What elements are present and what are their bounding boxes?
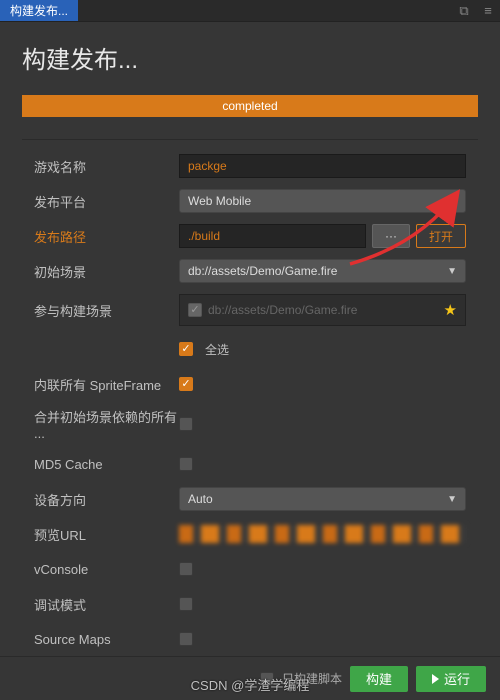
label-start-scene: 初始场景 [34, 262, 179, 281]
source-maps-checkbox[interactable] [179, 632, 193, 646]
merge-deps-checkbox[interactable] [179, 417, 193, 431]
label-build-path: 发布路径 [34, 227, 179, 246]
label-debug: 调试模式 [34, 595, 179, 614]
platform-select[interactable]: Web Mobile ▼ [179, 189, 466, 213]
chevron-down-icon: ▼ [447, 266, 457, 277]
watermark: CSDN @学渣学编程 [191, 675, 310, 694]
orientation-select[interactable]: Auto ▼ [179, 487, 466, 511]
run-button[interactable]: 运行 [416, 666, 486, 692]
label-included-scenes: 参与构建场景 [34, 301, 179, 320]
scene-path: db://assets/Demo/Game.fire [208, 303, 444, 317]
progress-label: completed [222, 99, 277, 113]
menu-icon[interactable]: ≡ [476, 0, 500, 21]
start-scene-select[interactable]: db://assets/Demo/Game.fire ▼ [179, 259, 466, 283]
popout-icon[interactable]: ⧉ [452, 0, 476, 21]
divider [22, 139, 478, 140]
label-preview-url: 预览URL [34, 525, 179, 544]
build-button[interactable]: 构建 [350, 666, 408, 692]
label-vconsole: vConsole [34, 562, 179, 577]
window-tab[interactable]: 构建发布... [0, 0, 78, 21]
label-platform: 发布平台 [34, 192, 179, 211]
select-all-checkbox[interactable] [179, 342, 193, 356]
orientation-value: Auto [188, 492, 213, 506]
preview-url-value [179, 525, 466, 543]
platform-value: Web Mobile [188, 194, 251, 208]
build-path-input[interactable] [179, 224, 366, 248]
label-orientation: 设备方向 [34, 490, 179, 509]
browse-button[interactable]: ··· [372, 224, 410, 248]
md5-checkbox[interactable] [179, 457, 193, 471]
scene-checkbox[interactable] [188, 303, 202, 317]
vconsole-checkbox[interactable] [179, 562, 193, 576]
titlebar: 构建发布... ⧉ ≡ [0, 0, 500, 22]
label-source-maps: Source Maps [34, 632, 179, 647]
scene-list-item[interactable]: db://assets/Demo/Game.fire ★ [179, 294, 466, 326]
star-icon[interactable]: ★ [444, 301, 457, 319]
inline-sprite-checkbox[interactable] [179, 377, 193, 391]
label-merge-deps: 合并初始场景依赖的所有 ... [34, 407, 179, 441]
select-all-label: 全选 [205, 341, 229, 358]
chevron-down-icon: ▼ [447, 196, 457, 207]
chevron-down-icon: ▼ [447, 494, 457, 505]
page-title: 构建发布... [22, 40, 478, 75]
progress-bar: completed [22, 95, 478, 117]
label-md5: MD5 Cache [34, 457, 179, 472]
label-inline-sprite: 内联所有 SpriteFrame [34, 375, 179, 394]
label-game-name: 游戏名称 [34, 157, 179, 176]
game-name-input[interactable] [179, 154, 466, 178]
start-scene-value: db://assets/Demo/Game.fire [188, 264, 337, 278]
debug-checkbox[interactable] [179, 597, 193, 611]
open-button[interactable]: 打开 [416, 224, 466, 248]
